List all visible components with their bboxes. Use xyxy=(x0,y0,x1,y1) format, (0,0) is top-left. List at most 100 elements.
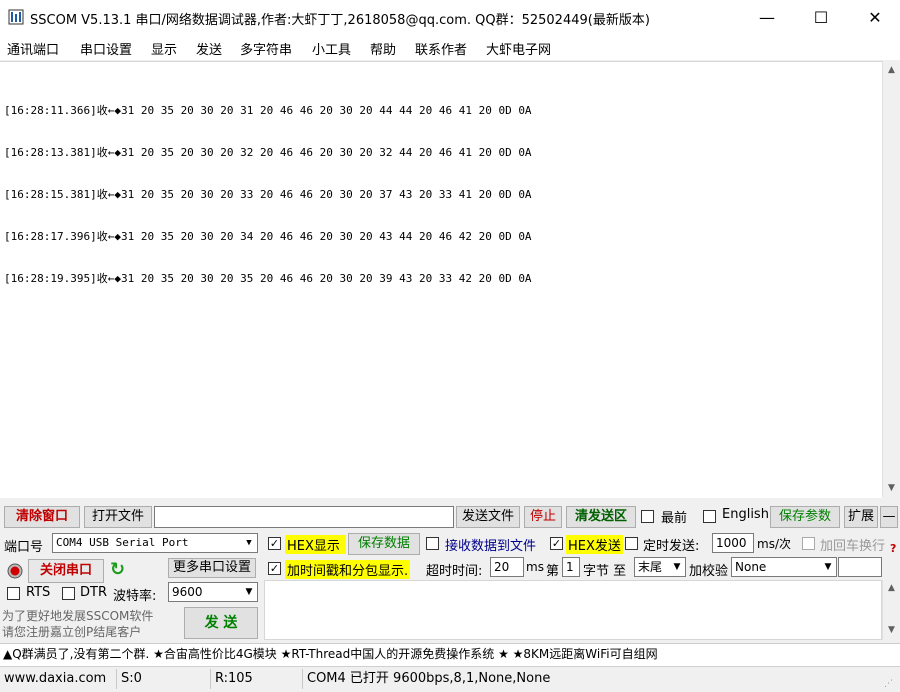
chevron-down-icon: ▼ xyxy=(241,534,257,552)
baud-select[interactable]: 9600 ▼ xyxy=(168,582,258,602)
menu-comm-port[interactable]: 通讯端口 xyxy=(7,39,59,58)
sent-count: S:0 xyxy=(116,669,207,689)
end-select[interactable]: 末尾 ▼ xyxy=(634,557,686,577)
receive-line: [16:28:13.381]收←◆31 20 35 20 30 20 32 20… xyxy=(4,146,532,159)
timeout-input[interactable]: 20 xyxy=(490,557,524,577)
hex-display-label: HEX显示 xyxy=(285,535,346,554)
received-count: R:105 xyxy=(210,669,301,689)
port-status-indicator-icon xyxy=(7,563,23,579)
interval-input[interactable]: 1000 xyxy=(712,533,754,553)
rts-checkbox[interactable] xyxy=(7,587,20,600)
menu-display[interactable]: 显示 xyxy=(151,39,177,58)
promo-line: 请您注册嘉立创P结尾客户 xyxy=(2,625,142,639)
port-label: 端口号 xyxy=(4,540,44,555)
byte-to-label: 字节 至 xyxy=(583,564,627,579)
open-file-button[interactable]: 打开文件 xyxy=(84,506,152,528)
clear-window-button[interactable]: 清除窗口 xyxy=(4,506,80,528)
file-path-input[interactable] xyxy=(154,506,454,528)
timestamp-checkbox[interactable]: ✓ xyxy=(268,562,281,575)
timestamp-label: 加时间戳和分包显示. xyxy=(285,560,411,579)
timeout-unit-label: ms xyxy=(526,560,544,574)
receive-line: [16:28:17.396]收←◆31 20 35 20 30 20 34 20… xyxy=(4,230,532,243)
refresh-icon[interactable]: ↻ xyxy=(110,561,128,579)
end-select-value: 末尾 xyxy=(638,560,663,574)
app-icon xyxy=(8,9,24,25)
timeout-label: 超时时间: xyxy=(426,564,483,579)
baud-select-value: 9600 xyxy=(172,585,203,599)
english-checkbox[interactable] xyxy=(703,510,716,523)
port-select[interactable]: COM4 USB Serial Port ▼ xyxy=(52,533,258,553)
nth-byte-input[interactable]: 1 xyxy=(562,557,580,577)
stop-button[interactable]: 停止 xyxy=(524,506,562,528)
clear-send-button[interactable]: 清发送区 xyxy=(566,506,636,528)
english-label: English xyxy=(722,507,769,522)
maximize-button[interactable]: ☐ xyxy=(798,0,844,36)
checksum-select-value: None xyxy=(735,560,767,574)
save-params-button[interactable]: 保存参数 xyxy=(770,506,840,528)
receive-line: [16:28:11.366]收←◆31 20 35 20 30 20 31 20… xyxy=(4,104,532,117)
menu-send[interactable]: 发送 xyxy=(196,39,222,58)
menu-multi-string[interactable]: 多字符串 xyxy=(240,39,292,58)
help-icon[interactable]: ? xyxy=(890,542,896,555)
receive-line: [16:28:19.395]收←◆31 20 35 20 30 20 35 20… xyxy=(4,272,532,285)
menu-help[interactable]: 帮助 xyxy=(370,39,396,58)
baud-label: 波特率: xyxy=(113,589,157,604)
menu-daxia-website[interactable]: 大虾电子网 xyxy=(486,39,551,58)
receive-line: [16:28:15.381]收←◆31 20 35 20 30 20 33 20… xyxy=(4,188,532,201)
checksum-select[interactable]: None ▼ xyxy=(731,557,837,577)
scroll-down-icon[interactable]: ▼ xyxy=(883,625,900,635)
add-crlf-label: 加回车换行 xyxy=(820,539,886,554)
checksum-result-field xyxy=(838,557,882,577)
news-ticker[interactable]: ▲Q群满员了,没有第二个群. ★合宙高性价比4G模块 ★RT-Thread中国人… xyxy=(0,643,900,666)
chevron-down-icon: ▼ xyxy=(669,558,685,576)
menu-contact-author[interactable]: 联系作者 xyxy=(415,39,467,58)
close-port-button[interactable]: 关闭串口 xyxy=(28,559,104,583)
collapse-button[interactable]: — xyxy=(880,506,898,528)
recv-to-file-label: 接收数据到文件 xyxy=(445,539,537,554)
promo-text[interactable]: 为了更好地发展SSCOM软件 请您注册嘉立创P结尾客户 xyxy=(2,608,153,640)
add-crlf-checkbox[interactable] xyxy=(802,537,815,550)
scroll-up-icon[interactable]: ▲ xyxy=(883,583,900,593)
topmost-checkbox[interactable] xyxy=(641,510,654,523)
website-link[interactable]: www.daxia.com xyxy=(0,669,112,689)
dtr-label: DTR xyxy=(80,585,107,600)
recv-to-file-checkbox[interactable] xyxy=(426,537,439,550)
save-data-button[interactable]: 保存数据 xyxy=(348,533,420,555)
hex-display-checkbox[interactable]: ✓ xyxy=(268,537,281,550)
send-file-button[interactable]: 发送文件 xyxy=(456,506,520,528)
port-select-value: COM4 USB Serial Port xyxy=(56,536,189,549)
minimize-button[interactable]: — xyxy=(744,0,790,36)
scroll-down-icon[interactable]: ▼ xyxy=(883,483,900,493)
status-bar: www.daxia.com S:0 R:105 COM4 已打开 9600bps… xyxy=(0,666,900,692)
resize-grip-icon[interactable]: ⋰ xyxy=(884,679,896,691)
chevron-down-icon: ▼ xyxy=(241,583,257,601)
scroll-up-icon[interactable]: ▲ xyxy=(883,65,900,75)
timed-send-checkbox[interactable] xyxy=(625,537,638,550)
title-bar: SSCOM V5.13.1 串口/网络数据调试器,作者:大虾丁丁,2618058… xyxy=(0,0,900,36)
more-serial-settings-button[interactable]: 更多串口设置 xyxy=(168,558,256,578)
window-title: SSCOM V5.13.1 串口/网络数据调试器,作者:大虾丁丁,2618058… xyxy=(30,13,650,28)
timed-send-label: 定时发送: xyxy=(643,539,700,554)
send-button[interactable]: 发 送 xyxy=(184,607,258,639)
dtr-checkbox[interactable] xyxy=(62,587,75,600)
expand-button[interactable]: 扩展 xyxy=(844,506,878,528)
close-button[interactable]: ✕ xyxy=(852,0,898,36)
ticker-text: ▲Q群满员了,没有第二个群. ★合宙高性价比4G模块 ★RT-Thread中国人… xyxy=(3,647,658,661)
nth-label: 第 xyxy=(546,564,560,579)
menu-tools[interactable]: 小工具 xyxy=(312,39,351,58)
receive-scrollbar[interactable]: ▲ ▼ xyxy=(882,61,900,497)
interval-unit-label: ms/次 xyxy=(757,537,791,551)
port-state: COM4 已打开 9600bps,8,1,None,None xyxy=(302,669,607,689)
topmost-label: 最前 xyxy=(661,511,688,526)
chevron-down-icon: ▼ xyxy=(820,558,836,576)
hex-send-checkbox[interactable]: ✓ xyxy=(550,537,563,550)
receive-log: [16:28:11.366]收←◆31 20 35 20 30 20 31 20… xyxy=(4,76,532,314)
send-input-area[interactable] xyxy=(264,580,882,640)
menu-serial-settings[interactable]: 串口设置 xyxy=(80,39,132,58)
rts-label: RTS xyxy=(26,585,51,600)
hex-send-label: HEX发送 xyxy=(566,535,623,554)
send-scrollbar[interactable]: ▲ ▼ xyxy=(882,580,900,640)
checksum-label: 加校验 xyxy=(689,564,729,579)
receive-area[interactable]: [16:28:11.366]收←◆31 20 35 20 30 20 31 20… xyxy=(0,61,882,498)
menu-bar: 通讯端口 串口设置 显示 发送 多字符串 小工具 帮助 联系作者 大虾电子网 xyxy=(0,36,900,60)
